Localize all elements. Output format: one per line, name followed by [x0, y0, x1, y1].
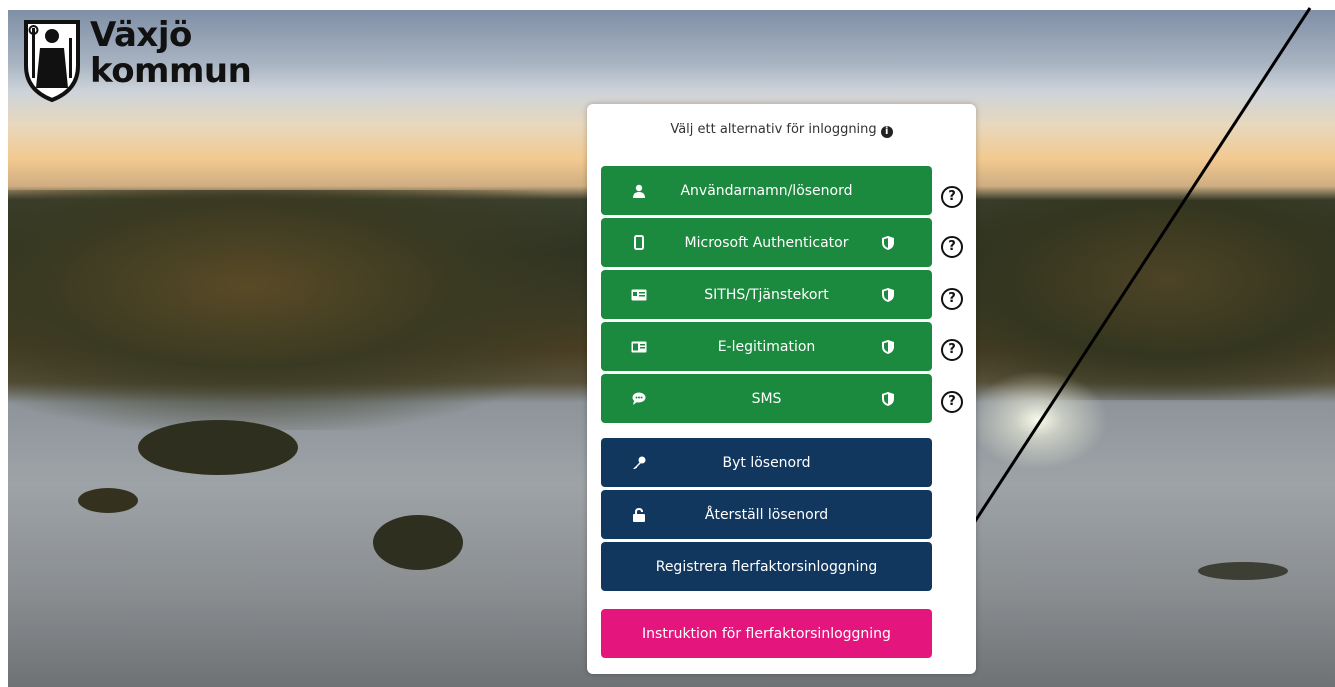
island [1198, 562, 1288, 580]
button-label: Registrera flerfaktorsinloggning [655, 558, 878, 575]
help-icon[interactable]: ? [941, 288, 963, 310]
change-password-button[interactable]: Byt lösenord [601, 438, 932, 487]
login-sms-button[interactable]: SMS [601, 374, 932, 423]
logo-line-1: Växjö [90, 15, 192, 55]
sun-reflection [968, 370, 1108, 470]
help-icon[interactable]: ? [941, 339, 963, 361]
help-icon[interactable]: ? [941, 186, 963, 208]
island [78, 488, 138, 513]
crest-icon [24, 20, 80, 102]
shield-icon [882, 391, 894, 406]
vaxjo-kommun-logo: Växjö kommun [22, 15, 252, 102]
help-icon[interactable]: ? [941, 391, 963, 413]
button-label: Byt lösenord [722, 454, 811, 471]
login-panel: Välj ett alternativ för inloggning i Anvä… [587, 104, 976, 674]
key-icon [631, 455, 647, 471]
island [373, 515, 463, 570]
help-icon[interactable]: ? [941, 236, 963, 258]
button-label: E-legitimation [717, 338, 816, 355]
phone-icon [631, 235, 647, 251]
logo-line-2: kommun [90, 51, 252, 91]
mfa-instructions-button[interactable]: Instruktion för flerfaktorsinloggning [601, 609, 932, 658]
reset-password-button[interactable]: Återställ lösenord [601, 490, 932, 539]
button-label: Instruktion för flerfaktorsinloggning [642, 625, 891, 642]
login-siths-card-button[interactable]: SITHS/Tjänstekort [601, 270, 932, 319]
shield-icon [882, 235, 894, 250]
login-username-password-button[interactable]: Användarnamn/lösenord [601, 166, 932, 215]
lock-open-icon [631, 507, 647, 523]
login-heading: Välj ett alternativ för inloggning i [587, 122, 976, 138]
login-heading-text: Välj ett alternativ för inloggning [670, 122, 877, 137]
card-icon [631, 287, 647, 303]
register-mfa-button[interactable]: Registrera flerfaktorsinloggning [601, 542, 932, 591]
forest-area [8, 190, 608, 430]
login-e-legitimation-button[interactable]: E-legitimation [601, 322, 932, 371]
id-card-icon [631, 339, 647, 355]
shield-icon [882, 287, 894, 302]
button-label: Återställ lösenord [704, 506, 829, 523]
button-label: SMS [751, 390, 782, 407]
button-label: Användarnamn/lösenord [680, 182, 853, 199]
shield-icon [882, 339, 894, 354]
button-label: SITHS/Tjänstekort [704, 286, 829, 303]
chat-icon [631, 391, 647, 407]
user-icon [631, 183, 647, 199]
login-microsoft-authenticator-button[interactable]: Microsoft Authenticator [601, 218, 932, 267]
button-label: Microsoft Authenticator [684, 234, 849, 251]
info-icon[interactable]: i [880, 126, 893, 138]
island [138, 420, 298, 475]
